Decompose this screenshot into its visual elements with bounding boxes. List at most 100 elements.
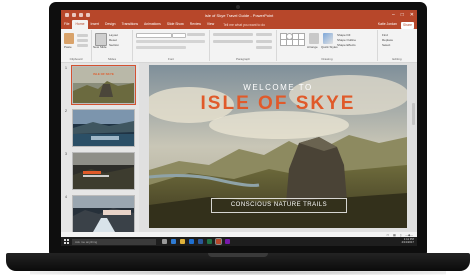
tab-animations[interactable]: Animations — [141, 20, 164, 29]
webcam — [236, 5, 240, 9]
user-name[interactable]: Katie Jordan — [378, 20, 397, 29]
file-explorer-icon[interactable] — [180, 239, 185, 244]
minimize-button[interactable]: – — [392, 12, 395, 18]
edge-browser-icon[interactable] — [171, 239, 176, 244]
slide-thumbnail-2[interactable] — [72, 109, 135, 147]
group-label: Font — [167, 57, 174, 61]
clock-date: 4/13/2017 — [401, 240, 414, 245]
font-color-row[interactable] — [136, 46, 186, 49]
list-buttons-row[interactable] — [213, 33, 253, 36]
slide-editing-area: WELCOME TO ISLE OF SKYE CONSCIOUS NATURE… — [139, 63, 417, 232]
tab-slide-show[interactable]: Slide Show — [164, 20, 187, 29]
drawing-group: Arrange Quick Styles Shape Fill Shape Ou… — [277, 30, 378, 61]
slide-thumbnail-4[interactable] — [72, 195, 135, 233]
share-button[interactable]: Share — [400, 21, 414, 29]
slide-welcome-text[interactable]: WELCOME TO — [149, 83, 407, 92]
close-button[interactable]: ✕ — [410, 12, 414, 18]
redo-icon[interactable] — [79, 13, 83, 17]
current-slide[interactable]: WELCOME TO ISLE OF SKYE CONSCIOUS NATURE… — [149, 65, 407, 228]
alignment-buttons-row[interactable] — [213, 40, 253, 43]
slide-number: 4 — [65, 195, 67, 199]
layout-button[interactable]: Layout — [109, 33, 118, 37]
undo-icon[interactable] — [72, 13, 76, 17]
copy-button[interactable] — [77, 39, 88, 42]
tab-insert[interactable]: Insert — [88, 20, 102, 29]
save-icon[interactable] — [65, 13, 69, 17]
slide-thumbnail-3[interactable] — [72, 152, 135, 190]
tab-home[interactable]: Home — [72, 20, 88, 29]
align-text-button[interactable] — [256, 40, 272, 43]
font-size-dropdown[interactable] — [172, 33, 186, 38]
tell-me-box[interactable]: Tell me what you want to do — [223, 23, 265, 27]
slide-title[interactable]: ISLE OF SKYE — [149, 93, 407, 115]
paste-label: Paste — [64, 45, 72, 49]
ribbon: Paste Clipboard New Slide Layout Reset S… — [61, 29, 417, 63]
slide-thumbnail-1[interactable]: ISLE OF SKYE — [71, 65, 136, 105]
cut-button[interactable] — [77, 34, 88, 37]
title-bar: Isle of Skye Travel Guide - PowerPoint –… — [61, 10, 417, 20]
shape-effects-button[interactable]: Shape Effects — [337, 43, 356, 47]
group-label: Clipboard — [69, 57, 83, 61]
system-tray-clock[interactable]: 1:11 PM 4/13/2017 — [401, 237, 414, 245]
vertical-scrollbar[interactable] — [412, 103, 415, 125]
arrange-label: Arrange — [307, 45, 318, 49]
account-area: Katie Jordan Share — [378, 20, 414, 29]
start-button-icon[interactable] — [64, 239, 69, 244]
format-painter-button[interactable] — [77, 44, 88, 47]
cortana-search-box[interactable]: Ask me anything — [72, 238, 156, 245]
arrange-icon[interactable] — [309, 33, 319, 44]
powerpoint-icon[interactable] — [215, 238, 222, 245]
section-button[interactable]: Section — [109, 43, 119, 47]
font-format-row[interactable] — [136, 40, 205, 43]
onenote-icon[interactable] — [225, 239, 230, 244]
paragraph-group: Paragraph — [210, 30, 277, 61]
group-label: Drawing — [321, 57, 333, 61]
shape-more-icon[interactable] — [298, 39, 305, 46]
group-label: Editing — [392, 57, 402, 61]
slide-thumbnail-pane: 1 ISLE OF SKYE 2 3 4 — [61, 63, 139, 233]
shape-outline-button[interactable]: Shape Outline — [337, 38, 356, 42]
tab-transitions[interactable]: Transitions — [119, 20, 141, 29]
laptop-base — [6, 253, 470, 271]
replace-button[interactable]: Replace — [382, 38, 393, 42]
font-name-dropdown[interactable] — [136, 33, 172, 38]
smartart-button[interactable] — [256, 46, 272, 49]
tab-review[interactable]: Review — [187, 20, 204, 29]
slide-subtitle: CONSCIOUS NATURE TRAILS — [230, 202, 328, 208]
window-title: Isle of Skye Travel Guide - PowerPoint — [204, 13, 274, 18]
paste-icon[interactable] — [64, 33, 74, 44]
group-label: Paragraph — [235, 57, 250, 61]
subtitle-box[interactable]: CONSCIOUS NATURE TRAILS — [211, 198, 347, 213]
quick-styles-label: Quick Styles — [321, 45, 338, 49]
thumbnail-image — [73, 196, 134, 232]
text-direction-button[interactable] — [256, 33, 272, 36]
group-label: Slides — [107, 57, 117, 61]
present-icon[interactable] — [86, 13, 90, 17]
grow-shrink-buttons[interactable] — [187, 33, 205, 36]
quick-styles-icon[interactable] — [323, 33, 333, 44]
store-icon[interactable] — [189, 239, 194, 244]
select-button[interactable]: Select — [382, 43, 390, 47]
tab-file[interactable]: File — [61, 20, 72, 29]
thumbnail-caption: ISLE OF SKYE — [93, 72, 114, 76]
find-button[interactable]: Find — [382, 33, 388, 37]
quick-access-toolbar — [65, 13, 90, 17]
task-view-icon[interactable] — [162, 239, 167, 244]
laptop-hinge-notch — [208, 253, 268, 257]
tab-design[interactable]: Design — [102, 20, 119, 29]
screen: Isle of Skye Travel Guide - PowerPoint –… — [61, 10, 417, 246]
thumbnail-image — [73, 153, 134, 189]
font-group: Font — [133, 30, 210, 61]
shape-fill-button[interactable]: Shape Fill — [337, 33, 350, 37]
excel-icon[interactable] — [207, 239, 212, 244]
slide-number: 2 — [65, 109, 67, 113]
tab-view[interactable]: View — [204, 20, 217, 29]
slides-group: New Slide Layout Reset Section Slides — [92, 30, 133, 61]
windows-taskbar: Ask me anything 1:11 PM 4/13/2017 — [61, 237, 417, 246]
word-icon[interactable] — [198, 239, 203, 244]
thumbnail-image — [73, 110, 134, 146]
maximize-button[interactable]: □ — [401, 12, 404, 18]
slide-number: 1 — [65, 66, 67, 70]
laptop-shadow — [30, 270, 446, 275]
reset-button[interactable]: Reset — [109, 38, 117, 42]
